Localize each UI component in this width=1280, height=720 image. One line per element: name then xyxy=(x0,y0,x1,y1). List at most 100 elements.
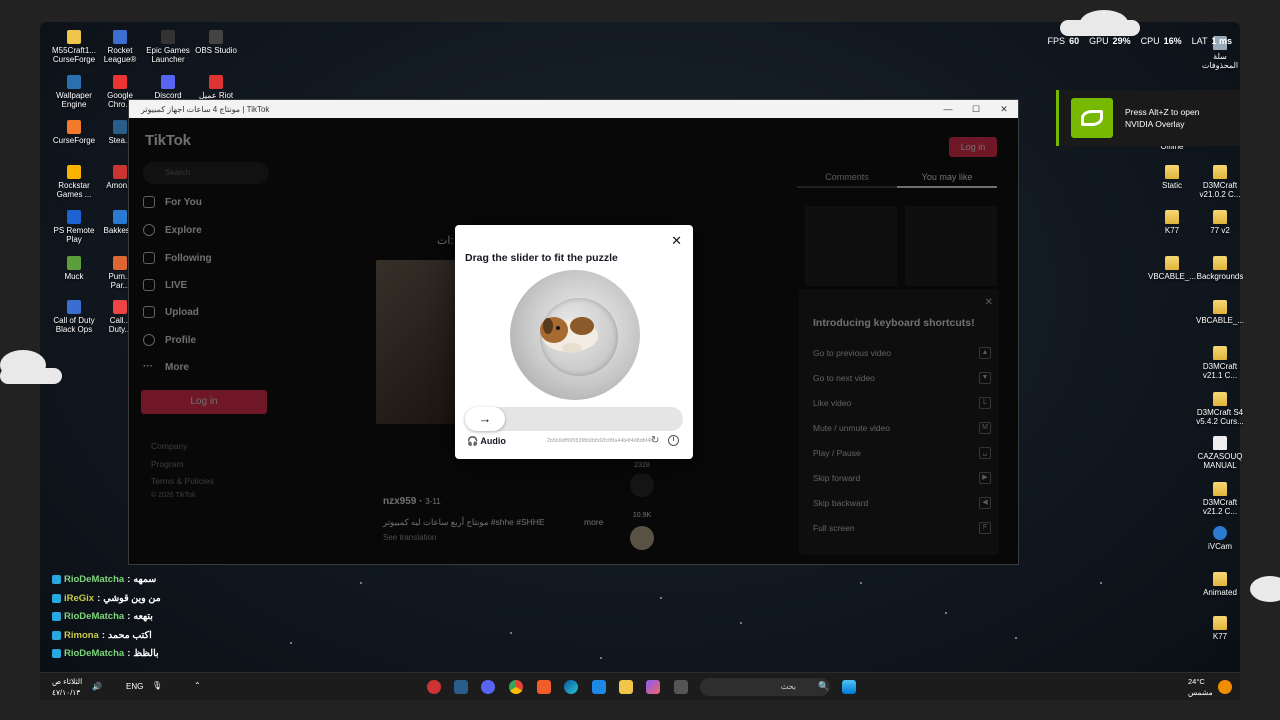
obs-icon[interactable] xyxy=(427,680,441,694)
file-explorer-icon[interactable] xyxy=(619,680,633,694)
nav-explore[interactable]: Explore xyxy=(143,224,273,236)
chrome-icon[interactable] xyxy=(509,680,523,694)
footer-link[interactable]: Company xyxy=(151,441,187,451)
store-icon[interactable] xyxy=(592,680,606,694)
app-icon xyxy=(113,75,127,89)
caption-more-link[interactable]: more xyxy=(584,517,603,527)
weather-sun-icon[interactable] xyxy=(1218,680,1232,694)
suggested-video-thumb[interactable] xyxy=(805,206,897,286)
nav-upload[interactable]: Upload xyxy=(143,306,273,318)
keyboard-shortcuts-panel: ✕ Introducing keyboard shortcuts! Go to … xyxy=(799,289,999,555)
chat-message: RioDeMatcha : بالظظ xyxy=(52,648,159,659)
tiktok-logo[interactable]: TikTok xyxy=(145,132,191,149)
desktop-icon[interactable]: Backgrounds xyxy=(1184,256,1256,281)
share-button[interactable] xyxy=(627,473,657,500)
header-login-button[interactable]: Log in xyxy=(949,137,997,157)
see-translation-link[interactable]: See translation xyxy=(383,533,436,542)
desktop-icon[interactable]: iVCam xyxy=(1184,526,1256,551)
weather-temp[interactable]: 24°C xyxy=(1188,677,1205,686)
captcha-audio-button[interactable]: 🎧 Audio xyxy=(467,436,506,447)
app-icon xyxy=(67,300,81,314)
shortcut-key: ▼ xyxy=(979,372,991,384)
desktop-icon-label: iVCam xyxy=(1207,542,1232,551)
shortcut-label: Skip forward xyxy=(813,473,861,483)
app-icon xyxy=(113,300,127,314)
desktop-icon[interactable]: OBS Studio xyxy=(180,30,252,55)
compass-icon xyxy=(143,224,155,236)
captcha-id: 2b5b9dff6f053f8b0b8d2fcf8fa44b4f4d8dbf4b xyxy=(547,438,654,444)
info-icon[interactable]: i xyxy=(668,435,679,446)
captcha-close-button[interactable]: ✕ xyxy=(671,234,682,247)
discord-icon[interactable] xyxy=(481,680,495,694)
right-panel-tabs: Comments You may like xyxy=(797,166,997,188)
desktop-icon[interactable]: D3MCraft v21.1 C... xyxy=(1184,346,1256,380)
close-window-button[interactable]: ✕ xyxy=(990,104,1018,115)
star xyxy=(600,657,602,659)
desktop-icon[interactable]: 77 v2 xyxy=(1184,210,1256,235)
platform-badge-icon xyxy=(52,593,61,603)
maximize-button[interactable]: ☐ xyxy=(962,104,990,115)
folder-icon xyxy=(1213,256,1227,270)
folder-icon xyxy=(1165,210,1179,224)
tab-you-may-like[interactable]: You may like xyxy=(897,166,997,188)
window-titlebar[interactable]: مونتاج 4 ساعات اجهاز كمبيوتر | TikTok — … xyxy=(129,100,1018,118)
sidebar-login-button[interactable]: Log in xyxy=(141,390,267,414)
nav-live[interactable]: LIVE xyxy=(143,279,273,291)
copyright: © 2026 TikTok xyxy=(151,492,196,499)
search-input[interactable]: Search xyxy=(143,162,269,184)
nav-more[interactable]: ··· More xyxy=(143,361,273,373)
nav-profile[interactable]: Profile xyxy=(143,334,273,346)
minimize-button[interactable]: — xyxy=(934,104,962,114)
suggested-video-thumb[interactable] xyxy=(905,206,997,286)
star xyxy=(510,632,512,634)
desktop-icon[interactable]: D3MCraft v21.0.2 C... xyxy=(1184,165,1256,199)
language-indicator[interactable]: ENG xyxy=(126,682,143,691)
show-hidden-icons-icon[interactable]: ⌃ xyxy=(194,681,201,690)
cloud xyxy=(1060,20,1140,36)
captcha-puzzle-image xyxy=(510,270,640,400)
star xyxy=(740,622,742,624)
author-avatar[interactable] xyxy=(627,526,657,553)
captcha-slider-handle[interactable]: → xyxy=(465,407,505,431)
desktop-icon[interactable]: D3MCraft v21.2 C... xyxy=(1184,482,1256,516)
taskbar-search[interactable]: بحث xyxy=(700,678,830,696)
desktop-icon[interactable]: Animated xyxy=(1184,572,1256,597)
shortcut-key: M xyxy=(979,422,991,434)
volume-icon[interactable]: 🔊 xyxy=(92,682,102,691)
upload-icon xyxy=(143,306,155,318)
cpu-readout: CPU 16% xyxy=(1140,36,1182,46)
desktop-icon[interactable]: D3MCraft S4 v5.4.2 Curs... xyxy=(1184,392,1256,426)
copilot-icon[interactable] xyxy=(646,680,660,694)
app-icon xyxy=(113,165,127,179)
taskbar-clock-date[interactable]: ٤٧/١٠/١٣ xyxy=(52,688,80,697)
windows-start-icon[interactable] xyxy=(842,680,856,694)
chat-message: RioDeMatcha : سمهه xyxy=(52,574,156,585)
cloud xyxy=(0,368,62,384)
captcha-title: Drag the slider to fit the puzzle xyxy=(465,252,618,264)
shortcut-label: Like video xyxy=(813,398,852,408)
refresh-icon[interactable]: ↻ xyxy=(651,435,659,446)
more-icon: ··· xyxy=(143,361,153,372)
task-view-icon[interactable] xyxy=(674,680,688,694)
footer-link[interactable]: Program xyxy=(151,459,184,469)
video-author[interactable]: nzx959 · 3-11 xyxy=(383,496,441,507)
footer-link[interactable]: Terms & Policies xyxy=(151,476,214,486)
weather-desc[interactable]: مشمس xyxy=(1188,688,1213,697)
desktop-icon[interactable]: K77 xyxy=(1184,616,1256,641)
nav-for-you[interactable]: For You xyxy=(143,196,273,208)
microphone-icon[interactable]: 🎙 xyxy=(152,681,162,690)
desktop-icon[interactable]: CAZASOUQ MANUAL xyxy=(1184,436,1256,470)
close-icon[interactable]: ✕ xyxy=(985,297,993,308)
nav-following[interactable]: Following xyxy=(143,252,273,264)
nvidia-overlay-toast[interactable]: Press Alt+Z to open NVIDIA Overlay xyxy=(1056,90,1240,146)
desktop-icon[interactable]: VBCABLE_... xyxy=(1184,300,1256,325)
search-icon: 🔍 xyxy=(818,681,830,691)
steam-icon[interactable] xyxy=(454,680,468,694)
edge-icon[interactable] xyxy=(564,680,578,694)
brave-icon[interactable] xyxy=(537,680,551,694)
taskbar-clock-time[interactable]: الثلاثاء ص xyxy=(52,677,82,686)
tab-comments[interactable]: Comments xyxy=(797,166,897,188)
shortcut-label: Play / Pause xyxy=(813,448,861,458)
folder-icon xyxy=(1213,526,1227,540)
desktop-icon[interactable]: عميل Riot xyxy=(180,75,252,100)
